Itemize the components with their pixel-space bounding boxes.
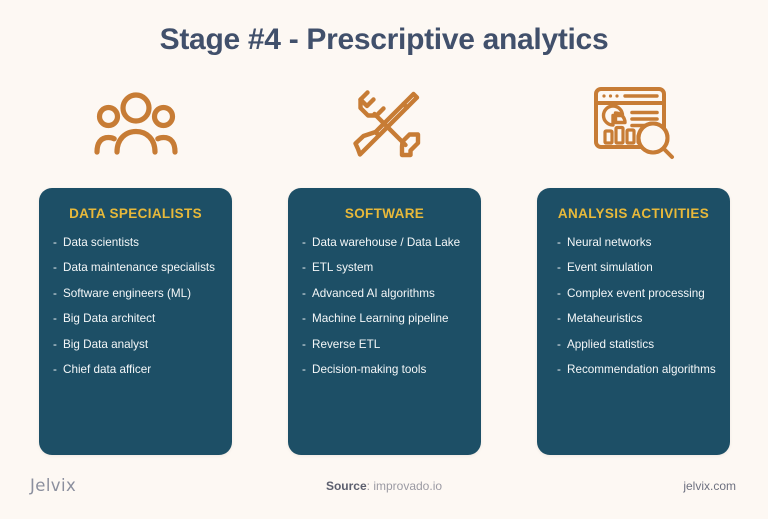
analytics-dashboard-search-icon [591,84,677,164]
icon-cell-analysis-activities [537,84,730,164]
bullet-dash: - [53,337,57,351]
list-item: - Big Data architect [53,312,218,326]
bullet-dash: - [53,236,57,249]
bullet-dash: - [557,261,561,275]
list-item: - Data scientists [53,236,218,250]
list-item-label: Neural networks [567,236,652,249]
list-item-label: Decision-making tools [312,363,427,377]
list-item: - Advanced AI algorithms [302,287,467,301]
card-list: - Neural networks - Event simulation - Comp… [551,236,716,377]
bullet-dash: - [302,363,306,377]
list-item-label: ETL system [312,261,374,275]
bullet-dash: - [557,312,561,326]
list-item: - Big Data analyst [53,338,218,352]
list-item: - Machine Learning pipeline [302,312,467,326]
list-item-label: Chief data afficer [63,363,152,377]
card-software: SOFTWARE - Data warehouse / Data Lake - ET… [288,188,481,455]
card-analysis-activities: ANALYSIS ACTIVITIES - Neural networks - Ev… [537,188,730,455]
list-item-label: Big Data architect [63,312,156,326]
bullet-dash: - [53,286,57,300]
cards-row: DATA SPECIALISTS - Data scientists - Data … [39,188,730,455]
source-label: Source [325,479,367,493]
card-heading: SOFTWARE [344,206,425,221]
bullet-dash: - [557,236,561,249]
list-item: - Applied statistics [551,338,716,352]
list-item-label: Reverse ETL [312,337,381,351]
list-item: - ETL system [302,261,467,275]
bullet-dash: - [557,363,561,377]
website-url: jelvix.com [683,479,736,493]
list-item-label: Recommendation algorithms [567,363,716,377]
list-item-label: Machine Learning pipeline [312,312,449,326]
page-title: Stage #4 - Prescriptive analytics [159,23,609,56]
card-heading: DATA SPECIALISTS [69,206,202,221]
bullet-dash: - [557,286,561,300]
card-heading: ANALYSIS ACTIVITIES [557,206,710,221]
list-item: - Data maintenance specialists [53,261,218,275]
list-item-label: Software engineers (ML) [63,286,191,300]
list-item-label: Event simulation [567,261,653,275]
bullet-dash: - [53,363,57,377]
bullet-dash: - [557,337,561,351]
list-item-label: Data warehouse / Data Lake [312,236,461,249]
list-item-label: Big Data analyst [63,337,149,351]
list-item-label: Complex event processing [567,286,705,300]
list-item-label: Advanced AI algorithms [312,286,435,300]
icon-cell-data-specialists [39,84,232,164]
icon-cell-software [288,84,481,164]
list-item: - Recommendation algorithms [551,363,716,377]
footer: Jelvix Source: improvado.io jelvix.com [0,463,768,519]
list-item: - Neural networks [551,236,716,250]
people-group-icon [93,89,179,159]
list-item: - Chief data afficer [53,363,218,377]
source-value: improvado.io [373,479,443,493]
list-item-label: Data scientists [63,236,139,249]
list-item: - Reverse ETL [302,338,467,352]
card-list: - Data scientists - Data maintenance speci… [53,236,218,377]
bullet-dash: - [302,286,306,300]
list-item: - Event simulation [551,261,716,275]
list-item: - Decision-making tools [302,363,467,377]
card-data-specialists: DATA SPECIALISTS - Data scientists - Data … [39,188,232,455]
list-item-label: Applied statistics [567,337,655,351]
bullet-dash: - [302,312,306,326]
icon-row [39,84,730,164]
infographic-canvas: Stage #4 - Prescriptive analytics DATA S… [0,0,768,519]
bullet-dash: - [302,261,306,275]
tools-wrench-screwdriver-icon [347,87,423,161]
list-item: - Metaheuristics [551,312,716,326]
list-item-label: Data maintenance specialists [63,261,216,275]
source-attribution: Source: improvado.io [0,479,768,493]
list-item: - Complex event processing [551,287,716,301]
bullet-dash: - [302,337,306,351]
bullet-dash: - [302,236,306,249]
list-item: - Data warehouse / Data Lake [302,236,467,250]
list-item: - Software engineers (ML) [53,287,218,301]
bullet-dash: - [53,261,57,275]
list-item-label: Metaheuristics [567,312,643,326]
bullet-dash: - [53,312,57,326]
card-list: - Data warehouse / Data Lake - ETL system … [302,236,467,377]
